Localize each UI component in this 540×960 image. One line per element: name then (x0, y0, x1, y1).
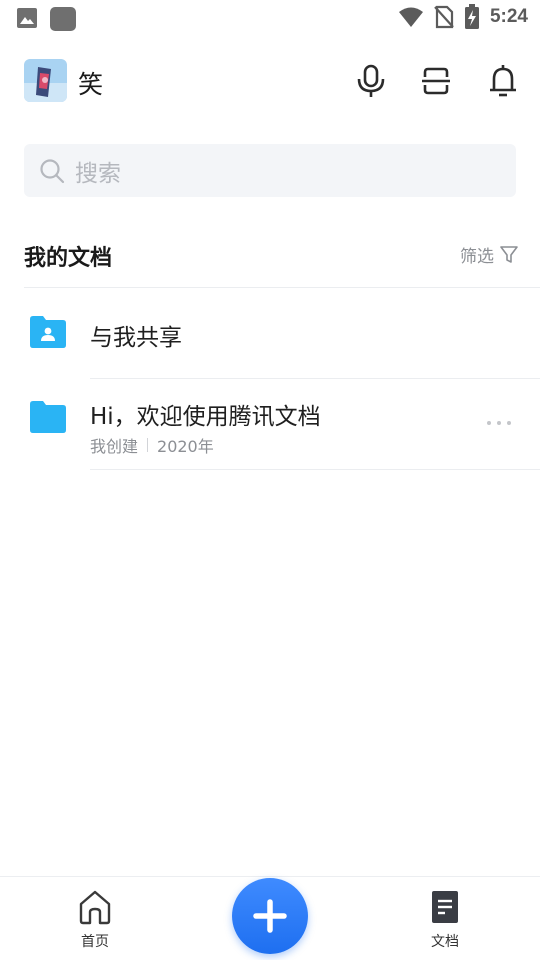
image-icon (17, 8, 37, 28)
status-time: 5:24 (489, 6, 528, 27)
filter-label: 筛选 (460, 247, 494, 267)
list-divider (90, 469, 540, 470)
home-icon (79, 890, 111, 925)
plus-icon (253, 899, 287, 933)
list-item-welcome-doc[interactable]: Hi，欢迎使用腾讯文档 我创建 2020年 (0, 379, 540, 469)
list-item-meta: 我创建 2020年 (90, 433, 214, 457)
bell-icon[interactable] (488, 64, 518, 98)
battery-charging-icon (464, 4, 479, 29)
wifi-icon (398, 7, 423, 27)
list-item-title: Hi，欢迎使用腾讯文档 (90, 404, 321, 430)
search-input[interactable]: 搜索 (24, 144, 516, 197)
status-bar: 5:24 (0, 0, 540, 36)
folder-icon (30, 401, 66, 433)
microphone-icon[interactable] (356, 64, 386, 98)
section-title: 我的文档 (24, 246, 113, 271)
list-item-shared[interactable]: 与我共享 (0, 288, 540, 378)
header: 笑 (0, 56, 540, 106)
no-sim-icon (434, 5, 454, 29)
more-icon[interactable] (486, 419, 512, 427)
filter-button[interactable]: 筛选 (460, 242, 518, 267)
tab-docs[interactable]: 文档 (405, 889, 485, 951)
shared-folder-icon (30, 316, 66, 348)
list-item-title: 与我共享 (90, 325, 182, 351)
search-placeholder: 搜索 (75, 160, 121, 187)
user-name[interactable]: 笑 (78, 65, 103, 101)
avatar[interactable] (24, 59, 67, 102)
scan-icon[interactable] (421, 64, 451, 98)
list-item-date: 2020年 (157, 437, 214, 456)
tab-home-label: 首页 (81, 934, 109, 950)
app-square-icon (50, 7, 76, 31)
tab-docs-label: 文档 (431, 934, 459, 950)
search-icon (40, 158, 65, 183)
list-item-creator: 我创建 (90, 437, 139, 456)
add-button[interactable] (232, 878, 308, 954)
tab-home[interactable]: 首页 (55, 889, 135, 951)
meta-separator (147, 438, 149, 452)
filter-icon (500, 245, 518, 263)
document-icon (432, 891, 458, 923)
